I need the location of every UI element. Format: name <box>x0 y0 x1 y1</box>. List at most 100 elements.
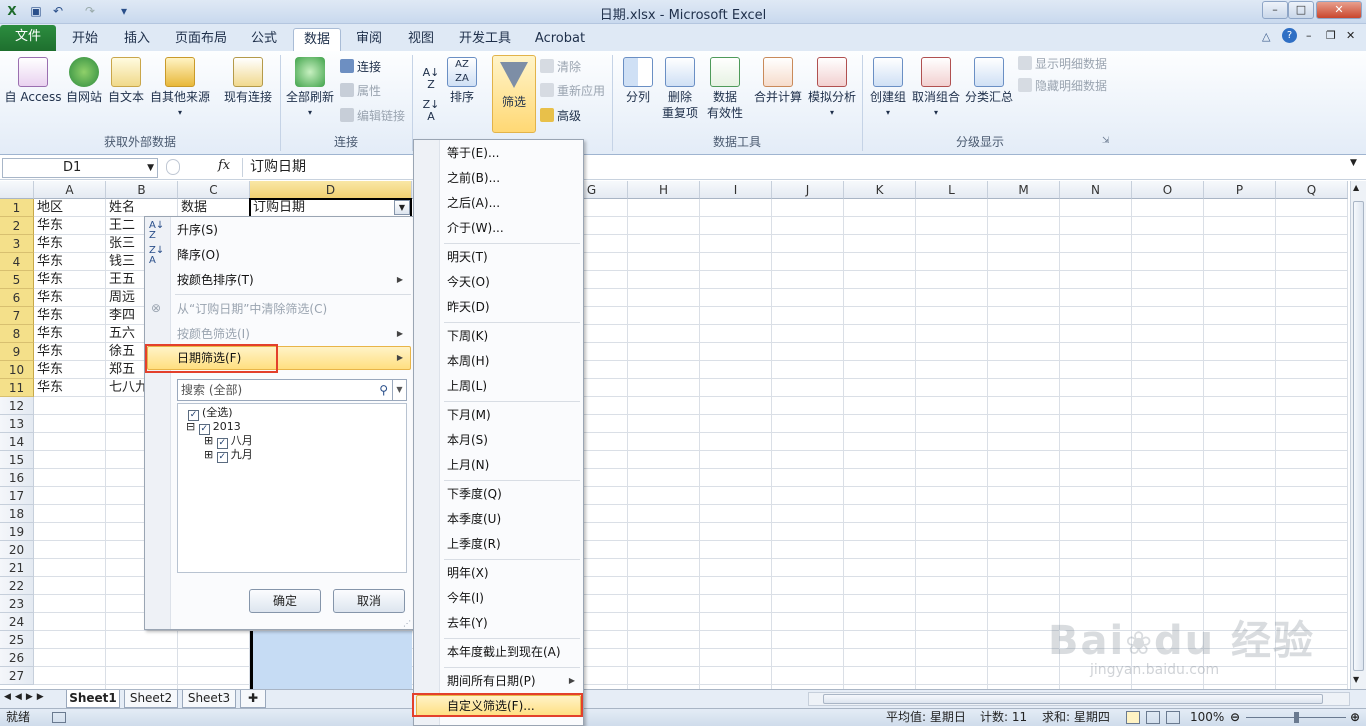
row-header-15[interactable]: 15 <box>0 451 34 469</box>
tab-file[interactable]: 文件 <box>0 25 56 51</box>
date-filter-group5-item-1[interactable]: 本季度(U) <box>447 508 501 530</box>
data-validation-button[interactable]: 数据 有效性 <box>702 57 748 121</box>
header-cell-a[interactable]: 地区 <box>34 199 106 217</box>
sheet-tab-2[interactable]: Sheet2 <box>124 690 178 708</box>
formula-input[interactable]: 订购日期 <box>248 156 306 179</box>
resize-grip-icon[interactable]: ⋰ <box>403 619 411 628</box>
column-header-d[interactable]: D <box>250 181 412 199</box>
search-dropdown-icon[interactable]: ▼ <box>392 380 406 400</box>
cell-a4[interactable]: 华东 <box>34 253 106 271</box>
clear-button[interactable]: 清除 <box>540 58 581 76</box>
zoom-level[interactable]: 100% <box>1190 709 1224 726</box>
column-header-o[interactable]: O <box>1132 181 1204 199</box>
from-access-button[interactable]: 自 Access <box>4 57 62 105</box>
column-header-q[interactable]: Q <box>1276 181 1348 199</box>
tree-month-sep[interactable]: ⊞ ✓ 九月 <box>204 448 253 463</box>
hide-detail-button[interactable]: 隐藏明细数据 <box>1018 77 1107 95</box>
menu-filter-by-color[interactable]: 按颜色筛选(I) ▶ <box>177 323 409 345</box>
header-cell-b[interactable]: 姓名 <box>106 199 178 217</box>
date-filter-group3-item-2[interactable]: 上周(L) <box>447 375 487 397</box>
column-header-l[interactable]: L <box>916 181 988 199</box>
column-header-j[interactable]: J <box>772 181 844 199</box>
existing-connections-button[interactable]: 现有连接 <box>220 57 276 105</box>
tab-home[interactable]: 开始 <box>62 28 108 51</box>
date-filter-group1-item-1[interactable]: 之前(B)... <box>447 167 500 189</box>
cancel-button[interactable]: 取消 <box>333 589 405 613</box>
page-layout-view-icon[interactable] <box>1146 711 1160 724</box>
advanced-button[interactable]: 高级 <box>540 107 581 125</box>
date-filter-group5-item-0[interactable]: 下季度(Q) <box>447 483 502 505</box>
row-header-20[interactable]: 20 <box>0 541 34 559</box>
date-filter-group6-item-2[interactable]: 去年(Y) <box>447 612 488 634</box>
search-input[interactable]: 搜索 (全部) ⚲ ▼ <box>177 379 407 401</box>
page-break-view-icon[interactable] <box>1166 711 1180 724</box>
show-detail-button[interactable]: 显示明细数据 <box>1018 55 1107 73</box>
tab-insert[interactable]: 插入 <box>114 28 160 51</box>
date-filter-group1-item-0[interactable]: 等于(E)... <box>447 142 499 164</box>
row-header-9[interactable]: 9 <box>0 343 34 361</box>
cell-a5[interactable]: 华东 <box>34 271 106 289</box>
tab-data[interactable]: 数据 <box>293 28 341 51</box>
tab-acrobat[interactable]: Acrobat <box>528 28 592 51</box>
ribbon-minimize-icon[interactable]: △ <box>1262 30 1270 43</box>
row-header-16[interactable]: 16 <box>0 469 34 487</box>
row-header-21[interactable]: 21 <box>0 559 34 577</box>
filter-dropdown-icon[interactable]: ▼ <box>394 200 410 215</box>
horizontal-scroll-thumb[interactable] <box>823 694 1323 704</box>
date-filter-group2-item-2[interactable]: 昨天(D) <box>447 296 490 318</box>
sheet-nav-icons[interactable]: ◀◀▶▶ <box>4 692 48 702</box>
filter-button[interactable]: 筛选 <box>492 55 536 133</box>
ok-button[interactable]: 确定 <box>249 589 321 613</box>
from-other-sources-button[interactable]: 自其他来源 ▾ <box>148 57 212 121</box>
row-header-2[interactable]: 2 <box>0 217 34 235</box>
row-header-18[interactable]: 18 <box>0 505 34 523</box>
row-header-22[interactable]: 22 <box>0 577 34 595</box>
zoom-in-icon[interactable]: ⊕ <box>1350 709 1360 726</box>
insert-sheet-icon[interactable]: ✚ <box>240 690 266 708</box>
cell-a11[interactable]: 华东 <box>34 379 106 397</box>
row-header-12[interactable]: 12 <box>0 397 34 415</box>
cell-a10[interactable]: 华东 <box>34 361 106 379</box>
cell-a6[interactable]: 华东 <box>34 289 106 307</box>
tab-formulas[interactable]: 公式 <box>240 28 288 51</box>
date-filter-group6-item-1[interactable]: 今年(I) <box>447 587 484 609</box>
date-filter-group2-item-0[interactable]: 明天(T) <box>447 246 488 268</box>
sheet-tab-3[interactable]: Sheet3 <box>182 690 236 708</box>
what-if-analysis-button[interactable]: 模拟分析 ▾ <box>806 57 858 121</box>
properties-button[interactable]: 属性 <box>340 82 381 100</box>
menu-sort-ascending[interactable]: 升序(S) <box>177 219 218 241</box>
date-filter-group4-item-0[interactable]: 下月(M) <box>447 404 491 426</box>
date-filter-group4-item-2[interactable]: 上月(N) <box>447 454 489 476</box>
row-header-17[interactable]: 17 <box>0 487 34 505</box>
sort-button[interactable]: AZ ZA 排序 <box>446 57 478 105</box>
expand-formula-icon[interactable]: ▼ <box>1350 158 1357 168</box>
tab-developer[interactable]: 开发工具 <box>450 28 520 51</box>
minimize-button[interactable]: – <box>1262 1 1288 19</box>
scroll-down-icon[interactable]: ▼ <box>1353 675 1359 684</box>
date-filter-group3-item-0[interactable]: 下周(K) <box>447 325 488 347</box>
vertical-scroll-thumb[interactable] <box>1353 201 1364 671</box>
close-button[interactable]: ✕ <box>1316 1 1362 19</box>
row-header-3[interactable]: 3 <box>0 235 34 253</box>
tab-view[interactable]: 视图 <box>398 28 444 51</box>
tree-month-aug[interactable]: ⊞ ✓ 八月 <box>204 434 253 449</box>
connections-button[interactable]: 连接 <box>340 58 381 76</box>
date-filter-group1-item-3[interactable]: 介于(W)... <box>447 217 504 239</box>
date-filter-all-dates[interactable]: 期间所有日期(P) ▶ <box>447 670 581 692</box>
reapply-button[interactable]: 重新应用 <box>540 82 605 100</box>
row-header-5[interactable]: 5 <box>0 271 34 289</box>
subtotal-button[interactable]: 分类汇总 <box>964 57 1014 105</box>
refresh-all-button[interactable]: 全部刷新 ▾ <box>284 57 336 121</box>
from-text-button[interactable]: 自文本 <box>106 57 146 105</box>
cell-a9[interactable]: 华东 <box>34 343 106 361</box>
vertical-scrollbar[interactable]: ▲ ▼ <box>1350 181 1366 689</box>
date-filter-group5-item-2[interactable]: 上季度(R) <box>447 533 501 555</box>
row-header-6[interactable]: 6 <box>0 289 34 307</box>
column-header-h[interactable]: H <box>628 181 700 199</box>
workbook-restore-icon[interactable]: ❐ <box>1326 29 1336 42</box>
row-header-1[interactable]: 1 <box>0 199 34 217</box>
menu-clear-filter[interactable]: 从“订购日期”中清除筛选(C) <box>177 298 327 320</box>
column-header-p[interactable]: P <box>1204 181 1276 199</box>
row-header-8[interactable]: 8 <box>0 325 34 343</box>
column-header-a[interactable]: A <box>34 181 106 199</box>
